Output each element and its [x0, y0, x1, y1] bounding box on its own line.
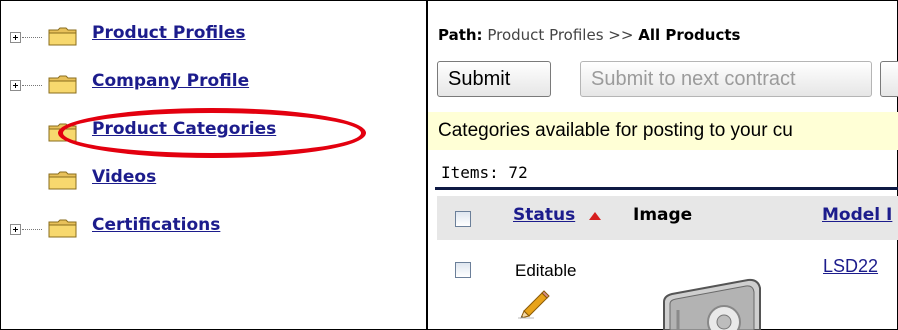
table-top-rule — [435, 187, 898, 190]
folder-icon — [48, 219, 77, 238]
tree-connector — [22, 37, 42, 38]
toolbar-button-partial[interactable] — [880, 61, 898, 97]
expand-icon[interactable] — [10, 32, 21, 43]
tree-label[interactable]: Company Profile — [92, 71, 249, 91]
sort-ascending-icon[interactable] — [589, 212, 601, 220]
expand-icon[interactable] — [10, 80, 21, 91]
select-all-checkbox[interactable] — [455, 211, 471, 227]
folder-icon — [48, 171, 77, 190]
row-checkbox[interactable] — [455, 262, 471, 278]
model-column-header[interactable]: Model I — [822, 205, 892, 225]
tree-label[interactable]: Videos — [92, 167, 156, 187]
tree-connector — [22, 85, 42, 86]
tree-item-company-profile[interactable]: Company Profile — [0, 70, 420, 100]
expand-icon[interactable] — [10, 224, 21, 235]
highlight-annotation — [58, 108, 366, 158]
info-text: Categories available for posting to your… — [438, 120, 793, 141]
path-prefix: Path: — [438, 26, 483, 44]
breadcrumb: Path: Product Profiles >> All Products — [438, 26, 740, 44]
image-column-header: Image — [633, 205, 693, 225]
tree-label[interactable]: Certifications — [92, 215, 220, 235]
tree-item-certifications[interactable]: Certifications — [0, 214, 420, 244]
panel-divider[interactable] — [426, 0, 428, 330]
pencil-icon[interactable] — [516, 289, 552, 319]
folder-icon — [48, 27, 77, 46]
submit-next-contract-button[interactable]: Submit to next contract — [580, 61, 872, 97]
submit-button[interactable]: Submit — [437, 61, 551, 97]
status-column-header[interactable]: Status — [513, 205, 575, 225]
tree-connector — [22, 229, 42, 230]
product-thumbnail-image[interactable] — [660, 270, 780, 330]
items-count: Items: 72 — [441, 163, 528, 182]
status-value: Editable — [515, 261, 577, 280]
model-link[interactable]: LSD22 — [823, 256, 878, 277]
tree-label[interactable]: Product Profiles — [92, 23, 246, 43]
path-trail[interactable]: Product Profiles >> — [487, 26, 633, 44]
path-current: All Products — [638, 26, 741, 44]
folder-icon — [48, 75, 77, 94]
tree-item-product-profiles[interactable]: Product Profiles — [0, 22, 420, 52]
tree-item-videos[interactable]: Videos — [0, 166, 420, 196]
